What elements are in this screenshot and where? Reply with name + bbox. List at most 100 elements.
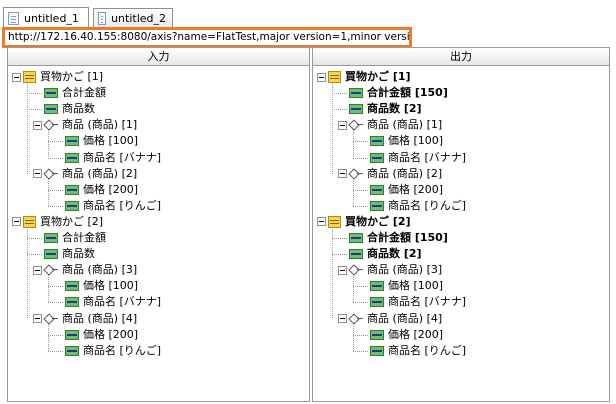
tree-guide-line [48, 130, 49, 158]
tree-node[interactable]: 商品名 [バナナ] [65, 150, 161, 166]
tree-node-label: 価格 [200] [83, 182, 139, 196]
tree-guide-line [353, 323, 354, 351]
tree-connector [27, 254, 42, 256]
field-icon [44, 249, 58, 260]
tree-guide-line [353, 130, 354, 158]
tree-node[interactable]: 商品名 [バナナ] [370, 294, 466, 310]
tree-node[interactable]: 価格 [100] [370, 278, 443, 294]
field-icon [370, 152, 384, 163]
tree-node-label: 商品名 [バナナ] [388, 150, 467, 164]
tree-node-label: 買物かご [2] [40, 214, 104, 228]
tree-node-label: 商品数 [62, 247, 95, 261]
tree-node[interactable]: 商品数 [2] [349, 246, 422, 262]
collapse-toggle-icon[interactable] [33, 169, 42, 179]
tree-node[interactable]: 商品数 [2] [349, 101, 422, 117]
input-pane-header: 入力 [8, 48, 309, 66]
tree-node-label: 価格 [100] [388, 134, 444, 148]
tree-node[interactable]: 価格 [200] [370, 182, 443, 198]
tree-connector [48, 141, 63, 143]
collapse-toggle-icon[interactable] [338, 314, 347, 323]
tree-node-label: 価格 [200] [388, 327, 444, 341]
field-icon [44, 88, 58, 99]
tab-untitled-1[interactable]: untitled_1 [3, 7, 89, 28]
input-tree: 買物かご [1] 合計金額 商品数 商品 (商品) [1] 価格 [100] 商品名 [バ… [8, 66, 309, 400]
field-icon [65, 345, 79, 356]
field-icon [44, 233, 58, 243]
tree-connector [353, 141, 368, 143]
collapse-toggle-icon[interactable] [33, 314, 42, 323]
input-pane: 入力 買物かご [1] 合計金額 商品数 商品 (商品) [1] 価格 [100] 商品名… [7, 47, 310, 402]
tree-node[interactable]: 商品名 [バナナ] [370, 150, 466, 166]
field-icon [370, 345, 384, 356]
field-icon [370, 281, 384, 292]
url-field[interactable]: http://172.16.40.155:8080/axis?name=Flat… [2, 27, 412, 48]
element-group-icon [44, 265, 58, 275]
tree-node-label: 商品 (商品) [1] [62, 118, 138, 132]
element-group-icon [349, 314, 363, 324]
tree-node[interactable]: 価格 [200] [65, 327, 138, 343]
tree-node[interactable]: 商品名 [りんご] [370, 343, 466, 359]
tree-node-label: 合計金額 [150] [367, 231, 448, 244]
tree-guide-line [353, 178, 354, 206]
tree-node-label: 合計金額 [62, 86, 106, 100]
tree-node[interactable]: 合計金額 [44, 230, 106, 246]
collapse-toggle-icon[interactable] [12, 72, 21, 82]
tree-node[interactable]: 合計金額 [150] [349, 85, 448, 101]
tree-guide-line [332, 226, 333, 319]
field-icon [65, 200, 79, 211]
tree-node-label: 商品名 [りんご] [388, 343, 467, 357]
tree-node[interactable]: 商品名 [りんご] [65, 343, 161, 359]
tree-node[interactable]: 商品数 [44, 246, 95, 262]
tree-node[interactable]: 価格 [200] [370, 327, 443, 343]
document-icon [98, 12, 107, 25]
tree-node-label: 価格 [100] [83, 134, 139, 148]
collapse-toggle-icon[interactable] [338, 120, 347, 130]
tree-connector [48, 350, 63, 352]
tree-node[interactable]: 商品名 [バナナ] [65, 294, 161, 310]
tree-node[interactable]: 価格 [100] [65, 278, 138, 294]
tree-connector [353, 302, 368, 304]
tree-node[interactable]: 商品名 [りんご] [370, 198, 466, 214]
tree-connector [48, 157, 63, 159]
tree-connector [27, 93, 42, 95]
tree-node[interactable]: 価格 [200] [65, 182, 138, 198]
tree-node-label: 商品 (商品) [2] [367, 166, 443, 180]
collapse-toggle-icon[interactable] [338, 169, 347, 179]
folder-icon [23, 215, 36, 228]
tree-node[interactable]: 合計金額 [150] [349, 230, 448, 246]
output-tree: 買物かご [1] 合計金額 [150] 商品数 [2] 商品 (商品) [1] 価格 [… [313, 66, 609, 400]
tree-node[interactable]: 価格 [100] [370, 133, 443, 149]
tree-node-label: 商品名 [バナナ] [388, 295, 467, 309]
element-group-icon [349, 169, 363, 179]
tree-node-label: 商品数 [62, 102, 95, 116]
collapse-toggle-icon[interactable] [317, 217, 326, 227]
tree-connector [48, 286, 63, 288]
tree-guide-line [48, 275, 49, 303]
tree-node[interactable]: 買物かご [2] [12, 214, 103, 230]
field-icon [370, 329, 384, 340]
tree-node-label: 商品 (商品) [3] [62, 263, 138, 277]
collapse-toggle-icon[interactable] [12, 217, 21, 227]
tree-node[interactable]: 商品数 [44, 101, 95, 117]
tree-node-label: 買物かご [1] [345, 70, 411, 83]
collapse-toggle-icon[interactable] [338, 265, 347, 275]
collapse-toggle-icon[interactable] [33, 265, 42, 275]
element-group-icon [44, 314, 58, 324]
tree-guide-line [48, 178, 49, 206]
field-icon [44, 104, 58, 115]
collapse-toggle-icon[interactable] [33, 120, 42, 130]
field-icon [65, 329, 79, 340]
tree-connector [332, 109, 347, 111]
tree-node[interactable]: 商品名 [りんご] [65, 198, 161, 214]
tree-node[interactable]: 価格 [100] [65, 133, 138, 149]
tree-node-label: 商品数 [2] [367, 102, 422, 116]
tree-node-label: 合計金額 [62, 231, 106, 244]
field-icon [349, 88, 363, 99]
tree-node[interactable]: 合計金額 [44, 85, 106, 101]
field-icon [349, 249, 363, 260]
tree-node[interactable]: 買物かご [1] [12, 69, 103, 85]
tree-connector [353, 157, 368, 159]
collapse-toggle-icon[interactable] [317, 72, 326, 82]
tab-untitled-2[interactable]: untitled_2 [93, 8, 173, 28]
field-icon [370, 200, 384, 211]
